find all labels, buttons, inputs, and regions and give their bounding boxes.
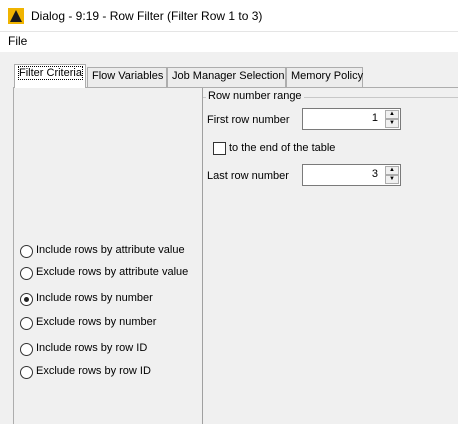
menu-bar: File bbox=[0, 32, 458, 52]
radio-button[interactable] bbox=[20, 317, 33, 330]
tab-label: Job Manager Selection bbox=[172, 70, 285, 82]
tab-label: Flow Variables bbox=[92, 70, 164, 82]
last-row-label: Last row number bbox=[207, 170, 289, 182]
to-end-checkbox[interactable] bbox=[213, 142, 226, 155]
tab-flow-variables[interactable]: Flow Variables bbox=[87, 67, 167, 87]
menu-file[interactable]: File bbox=[8, 34, 27, 48]
radio-button[interactable] bbox=[20, 366, 33, 379]
radio-button[interactable] bbox=[20, 267, 33, 280]
spin-down-icon[interactable]: ▼ bbox=[385, 175, 399, 184]
radio-label: Exclude rows by number bbox=[36, 316, 157, 328]
tab-memory-policy[interactable]: Memory Policy bbox=[286, 67, 363, 87]
to-end-label: to the end of the table bbox=[229, 142, 336, 154]
radio-label: Include rows by attribute value bbox=[36, 244, 185, 256]
radio-label: Include rows by row ID bbox=[36, 342, 148, 354]
tab-job-manager-selection[interactable]: Job Manager Selection bbox=[167, 67, 286, 87]
radio-label: Include rows by number bbox=[36, 292, 153, 304]
radio-button[interactable] bbox=[20, 293, 33, 306]
last-row-value[interactable]: 3 bbox=[372, 168, 378, 180]
spinner-buttons: ▲ ▼ bbox=[385, 110, 399, 128]
radio-button[interactable] bbox=[20, 343, 33, 356]
radio-button[interactable] bbox=[20, 245, 33, 258]
knime-app-icon bbox=[8, 8, 24, 24]
row-number-range-title: Row number range bbox=[206, 90, 304, 102]
window-title: Dialog - 9:19 - Row Filter (Filter Row 1… bbox=[31, 9, 263, 23]
tab-label: Filter Criteria bbox=[18, 66, 83, 80]
first-row-label: First row number bbox=[207, 114, 290, 126]
spin-down-icon[interactable]: ▼ bbox=[385, 119, 399, 128]
tab-strip: Filter Criteria Flow Variables Job Manag… bbox=[0, 52, 458, 88]
last-row-spinner[interactable]: 3 ▲ ▼ bbox=[302, 164, 401, 186]
radio-label: Exclude rows by attribute value bbox=[36, 266, 189, 278]
title-bar: Dialog - 9:19 - Row Filter (Filter Row 1… bbox=[0, 0, 458, 32]
tab-filter-criteria[interactable]: Filter Criteria bbox=[14, 64, 86, 88]
spin-up-icon[interactable]: ▲ bbox=[385, 110, 399, 119]
tab-label: Memory Policy bbox=[291, 70, 364, 82]
first-row-value[interactable]: 1 bbox=[372, 112, 378, 124]
first-row-spinner[interactable]: 1 ▲ ▼ bbox=[302, 108, 401, 130]
radio-label: Exclude rows by row ID bbox=[36, 365, 151, 377]
spin-up-icon[interactable]: ▲ bbox=[385, 166, 399, 175]
spinner-buttons: ▲ ▼ bbox=[385, 166, 399, 184]
